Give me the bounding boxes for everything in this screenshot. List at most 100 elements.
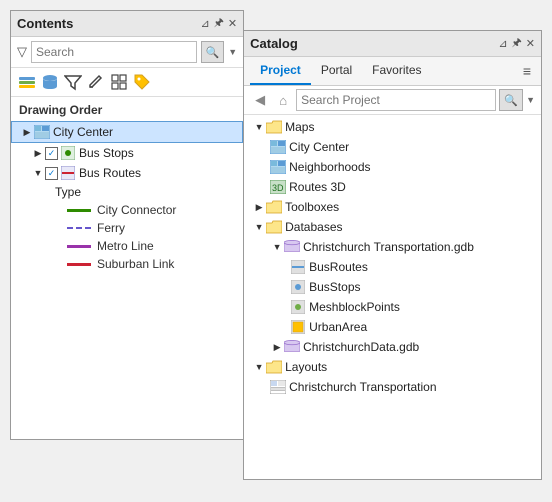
catalog-close-icon[interactable]: ✕ xyxy=(526,37,535,50)
tree-item-christchurch-layout[interactable]: Christchurch Transportation xyxy=(244,377,541,397)
christchurch-layout-icon xyxy=(270,379,286,395)
metro-line-line xyxy=(67,245,91,248)
busroutes-fc-label: BusRoutes xyxy=(309,260,368,274)
busroutes-fc-icon xyxy=(290,259,306,275)
expand-bus-stops[interactable]: ▶ xyxy=(31,146,45,160)
contents-controls: ⊿ 🖈 ✕ xyxy=(201,14,238,33)
catalog-search-button[interactable]: 🔍 xyxy=(499,89,523,111)
bus-stops-checkbox[interactable]: ✓ xyxy=(45,147,58,160)
tree-item-meshblock-fc[interactable]: MeshblockPoints xyxy=(244,297,541,317)
tree-item-christchurch-trans-gdb[interactable]: ▼ Christchurch Transportation.gdb xyxy=(244,237,541,257)
tree-item-busroutes-fc[interactable]: BusRoutes xyxy=(244,257,541,277)
edit-toolbar-icon[interactable] xyxy=(86,72,106,92)
tree-item-christchurch-data-gdb[interactable]: ▶ ChristchurchData.gdb xyxy=(244,337,541,357)
bus-routes-checkbox[interactable]: ✓ xyxy=(45,167,58,180)
pin-icon[interactable]: ⊿ xyxy=(201,17,210,30)
tree-item-routes-3d[interactable]: 3D Routes 3D xyxy=(244,177,541,197)
expand-layouts[interactable]: ▼ xyxy=(252,360,266,374)
busstops-fc-label: BusStops xyxy=(309,280,360,294)
layouts-folder-icon xyxy=(266,359,282,375)
tree-item-maps[interactable]: ▼ Maps xyxy=(244,117,541,137)
neighborhoods-label: Neighborhoods xyxy=(289,160,370,174)
filter-toolbar-icon[interactable] xyxy=(63,72,83,92)
busstops-fc-icon xyxy=(290,279,306,295)
ferry-label: Ferry xyxy=(97,221,125,235)
catalog-header: Catalog ⊿ 🖈 ✕ xyxy=(244,31,541,57)
bus-stops-label: Bus Stops xyxy=(79,146,134,160)
christchurch-trans-gdb-icon xyxy=(284,239,300,255)
routes3d-icon: 3D xyxy=(270,179,286,195)
tree-item-neighborhoods[interactable]: Neighborhoods xyxy=(244,157,541,177)
catalog-tabs-bar: Project Portal Favorites ≡ xyxy=(244,57,541,86)
type-label: Type xyxy=(11,183,243,201)
catalog-search-input[interactable] xyxy=(296,89,496,111)
type-label-text: Type xyxy=(55,185,81,199)
ferry-line xyxy=(67,227,91,230)
catalog-pin-icon[interactable]: ⊿ xyxy=(498,37,507,50)
tag-toolbar-icon[interactable] xyxy=(132,72,152,92)
bus-stops-layer-icon xyxy=(60,145,76,161)
catalog-title: Catalog xyxy=(250,36,298,51)
pin-horizontal-icon[interactable]: 🖈 xyxy=(214,14,224,33)
legend-metro-line: Metro Line xyxy=(11,237,243,255)
catalog-tabs-left: Project Portal Favorites xyxy=(250,57,431,85)
tree-item-bus-stops[interactable]: ▶ ✓ Bus Stops xyxy=(11,143,243,163)
tab-favorites[interactable]: Favorites xyxy=(362,57,431,85)
layouts-label: Layouts xyxy=(285,360,327,374)
tree-item-city-center-catalog[interactable]: City Center xyxy=(244,137,541,157)
contents-panel: Contents ⊿ 🖈 ✕ ▽ 🔍 ▼ Drawing Or xyxy=(10,10,244,440)
tree-item-city-center[interactable]: ▶ City Center xyxy=(11,121,243,143)
city-connector-line xyxy=(67,209,91,212)
tree-item-bus-routes[interactable]: ▼ ✓ Bus Routes xyxy=(11,163,243,183)
tree-item-toolboxes[interactable]: ▶ Toolboxes xyxy=(244,197,541,217)
tree-item-urbanarea-fc[interactable]: UrbanArea xyxy=(244,317,541,337)
meshblock-fc-icon xyxy=(290,299,306,315)
tree-item-layouts[interactable]: ▼ Layouts xyxy=(244,357,541,377)
city-center-catalog-label: City Center xyxy=(289,140,349,154)
svg-text:3D: 3D xyxy=(272,183,284,193)
catalog-pin-horizontal-icon[interactable]: 🖈 xyxy=(512,34,522,53)
tab-project[interactable]: Project xyxy=(250,57,311,85)
contents-header: Contents ⊿ 🖈 ✕ xyxy=(11,11,243,37)
legend-city-connector: City Connector xyxy=(11,201,243,219)
expand-bus-routes[interactable]: ▼ xyxy=(31,166,45,180)
layers-toolbar-icon[interactable] xyxy=(17,72,37,92)
meshblock-fc-label: MeshblockPoints xyxy=(309,300,400,314)
catalog-search-dropdown[interactable]: ▼ xyxy=(526,95,535,105)
christchurch-data-gdb-icon xyxy=(284,339,300,355)
expand-databases[interactable]: ▼ xyxy=(252,220,266,234)
contents-search-input[interactable] xyxy=(31,41,197,63)
christchurch-data-gdb-label: ChristchurchData.gdb xyxy=(303,340,419,354)
contents-search-bar: ▽ 🔍 ▼ xyxy=(11,37,243,68)
legend-ferry: Ferry xyxy=(11,219,243,237)
contents-search-button[interactable]: 🔍 xyxy=(201,41,225,63)
maps-label: Maps xyxy=(285,120,314,134)
neighborhoods-icon xyxy=(270,159,286,175)
filter-icon: ▽ xyxy=(17,44,27,60)
suburban-link-label: Suburban Link xyxy=(97,257,174,271)
catalog-menu-icon[interactable]: ≡ xyxy=(519,59,535,83)
close-icon[interactable]: ✕ xyxy=(228,17,237,30)
catalog-nav-bar: ◀ ⌂ 🔍 ▼ xyxy=(244,86,541,115)
grid-toolbar-icon[interactable] xyxy=(109,72,129,92)
city-center-map-icon xyxy=(34,124,50,140)
contents-toolbar xyxy=(11,68,243,97)
expand-toolboxes[interactable]: ▶ xyxy=(252,200,266,214)
drawing-order-label: Drawing Order xyxy=(11,97,243,119)
nav-back-button[interactable]: ◀ xyxy=(250,90,270,110)
tab-portal[interactable]: Portal xyxy=(311,57,362,85)
expand-maps[interactable]: ▼ xyxy=(252,120,266,134)
contents-search-dropdown[interactable]: ▼ xyxy=(228,47,237,57)
database-toolbar-icon[interactable] xyxy=(40,72,60,92)
tree-item-databases[interactable]: ▼ Databases xyxy=(244,217,541,237)
urbanarea-fc-icon xyxy=(290,319,306,335)
legend-suburban-link: Suburban Link xyxy=(11,255,243,273)
expand-christchurch-data[interactable]: ▶ xyxy=(270,340,284,354)
urbanarea-fc-label: UrbanArea xyxy=(309,320,367,334)
expand-christchurch-trans[interactable]: ▼ xyxy=(270,240,284,254)
nav-home-button[interactable]: ⌂ xyxy=(273,90,293,110)
expand-city-center[interactable]: ▶ xyxy=(20,125,34,139)
tree-item-busstops-fc[interactable]: BusStops xyxy=(244,277,541,297)
catalog-panel: Catalog ⊿ 🖈 ✕ Project Portal Favorites ≡… xyxy=(243,30,542,480)
christchurch-layout-label: Christchurch Transportation xyxy=(289,380,436,394)
